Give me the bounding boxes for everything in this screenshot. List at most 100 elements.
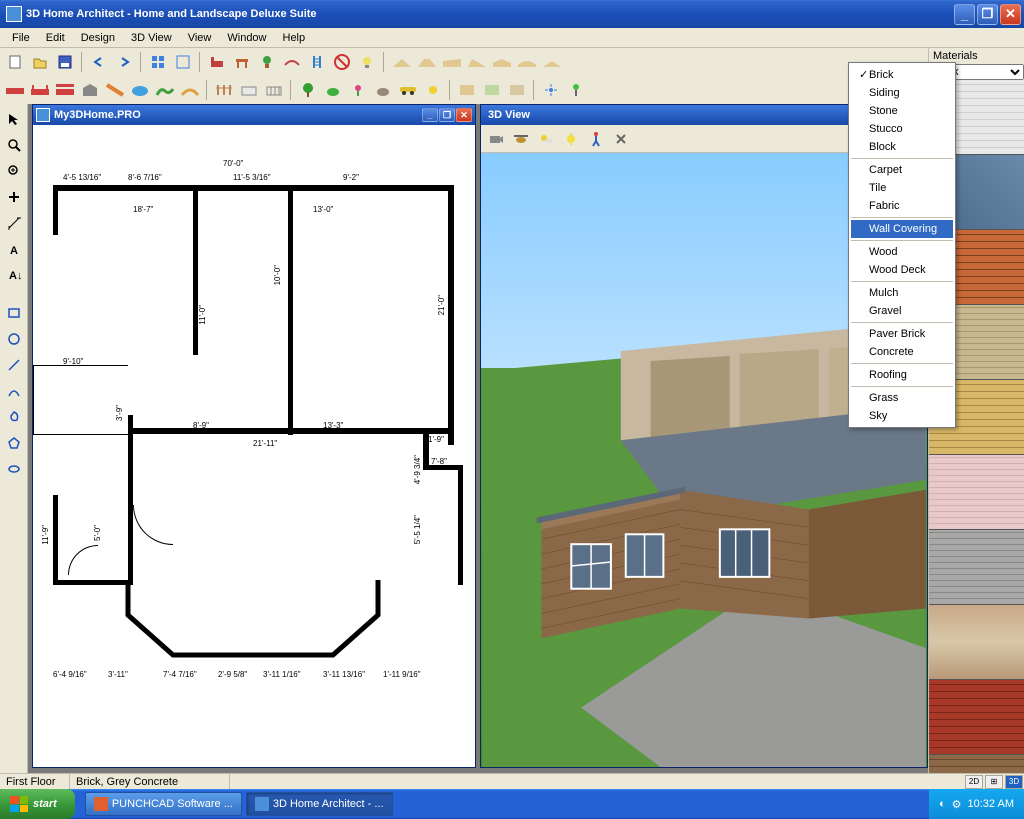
flower-icon[interactable]	[347, 79, 369, 101]
ladder-icon[interactable]	[306, 51, 328, 73]
roof2-icon[interactable]	[415, 51, 437, 73]
menu-item-brick[interactable]: ✓ Brick	[851, 65, 953, 84]
fence3-icon[interactable]	[263, 79, 285, 101]
polygon-icon[interactable]	[3, 432, 25, 454]
land1-icon[interactable]	[456, 79, 478, 101]
gazebo-icon[interactable]	[79, 79, 101, 101]
tray-icon[interactable]: ⚙	[952, 798, 962, 811]
helicopter-icon[interactable]	[510, 128, 532, 150]
menu-item-wall-covering[interactable]: Wall Covering	[851, 220, 953, 238]
menu-item-wood[interactable]: Wood	[851, 243, 953, 261]
furniture-icon[interactable]	[206, 51, 228, 73]
bridge-icon[interactable]	[281, 51, 303, 73]
menu-item-roofing[interactable]: Roofing	[851, 366, 953, 384]
menu-item-sky[interactable]: Sky	[851, 407, 953, 425]
roof1-icon[interactable]	[390, 51, 412, 73]
taskbar-item-punchcad[interactable]: PUNCHCAD Software ...	[85, 792, 242, 816]
swatch-brick-varied[interactable]	[929, 605, 1024, 680]
fence1-icon[interactable]	[213, 79, 235, 101]
shrub-icon[interactable]	[322, 79, 344, 101]
roof4-icon[interactable]	[465, 51, 487, 73]
menu-item-tile[interactable]: Tile	[851, 179, 953, 197]
menu-view[interactable]: View	[180, 30, 220, 46]
sprinkler-icon[interactable]	[540, 79, 562, 101]
start-button[interactable]: start	[0, 789, 75, 819]
plant-icon[interactable]	[256, 51, 278, 73]
menu-item-grass[interactable]: Grass	[851, 389, 953, 407]
roof6-icon[interactable]	[515, 51, 537, 73]
slide-icon[interactable]	[104, 79, 126, 101]
plan-minimize-button[interactable]: _	[422, 108, 438, 122]
menu-item-wood-deck[interactable]: Wood Deck	[851, 261, 953, 279]
mode-elev-button[interactable]: ⊞	[985, 775, 1003, 789]
tools-icon[interactable]	[610, 128, 632, 150]
undo-icon[interactable]	[88, 51, 110, 73]
menu-item-mulch[interactable]: Mulch	[851, 284, 953, 302]
menu-design[interactable]: Design	[73, 30, 123, 46]
menu-file[interactable]: File	[4, 30, 38, 46]
menu-item-fabric[interactable]: Fabric	[851, 197, 953, 215]
menu-item-stucco[interactable]: Stucco	[851, 120, 953, 138]
roof5-icon[interactable]	[490, 51, 512, 73]
system-tray[interactable]: ◐ ⚙ 10:32 AM	[929, 789, 1024, 819]
camera-icon[interactable]	[485, 128, 507, 150]
deck2-icon[interactable]	[29, 79, 51, 101]
roof7-icon[interactable]	[540, 51, 562, 73]
plan-close-button[interactable]: ✕	[456, 108, 472, 122]
menu-item-stone[interactable]: Stone	[851, 102, 953, 120]
sun-icon[interactable]	[422, 79, 444, 101]
tree-icon[interactable]	[297, 79, 319, 101]
swatch-brick-red[interactable]	[929, 680, 1024, 755]
swatch-brick-gray[interactable]	[929, 530, 1024, 605]
light-icon[interactable]	[565, 79, 587, 101]
grid-icon[interactable]	[147, 51, 169, 73]
mode-2d-button[interactable]: 2D	[965, 775, 983, 789]
curve-icon[interactable]	[3, 380, 25, 402]
zoomfit-icon[interactable]	[3, 160, 25, 182]
menu-edit[interactable]: Edit	[38, 30, 73, 46]
menu-item-block[interactable]: Block	[851, 138, 953, 156]
view-icon[interactable]	[172, 51, 194, 73]
plan-maximize-button[interactable]: ❐	[439, 108, 455, 122]
walk-icon[interactable]	[585, 128, 607, 150]
new-icon[interactable]	[4, 51, 26, 73]
roof3-icon[interactable]	[440, 51, 462, 73]
rock-icon[interactable]	[372, 79, 394, 101]
maximize-button[interactable]: ❐	[977, 4, 998, 25]
land2-icon[interactable]	[481, 79, 503, 101]
pool-icon[interactable]	[129, 79, 151, 101]
shape-icon[interactable]	[3, 406, 25, 428]
swatch-brick-brown[interactable]	[929, 755, 1024, 773]
plan-canvas[interactable]: 70'-0" 4'-5 13/16" 8'-6 7/16" 11'-5 3/16…	[33, 125, 475, 767]
weather-icon[interactable]	[535, 128, 557, 150]
terrain-icon[interactable]	[154, 79, 176, 101]
menu-help[interactable]: Help	[275, 30, 314, 46]
land3-icon[interactable]	[506, 79, 528, 101]
menu-item-gravel[interactable]: Gravel	[851, 302, 953, 320]
circle-icon[interactable]	[3, 328, 25, 350]
deck1-icon[interactable]	[4, 79, 26, 101]
zoom-icon[interactable]	[3, 134, 25, 156]
tray-icon[interactable]: ◐	[939, 798, 946, 810]
minimize-button[interactable]: _	[954, 4, 975, 25]
taskbar-item-3dhome[interactable]: 3D Home Architect - ...	[246, 792, 393, 816]
idea-icon[interactable]	[356, 51, 378, 73]
mode-3d-button[interactable]: 3D	[1005, 775, 1023, 789]
lighting-icon[interactable]	[560, 128, 582, 150]
plan-titlebar[interactable]: My3DHome.PRO _ ❐ ✕	[33, 105, 475, 125]
open-icon[interactable]	[29, 51, 51, 73]
ellipse-icon[interactable]	[3, 458, 25, 480]
close-button[interactable]: ✕	[1000, 4, 1021, 25]
text-icon[interactable]: A	[3, 238, 25, 260]
menu-item-carpet[interactable]: Carpet	[851, 161, 953, 179]
table-icon[interactable]	[231, 51, 253, 73]
menu-item-concrete[interactable]: Concrete	[851, 343, 953, 361]
path-icon[interactable]	[179, 79, 201, 101]
measure-icon[interactable]	[3, 212, 25, 234]
menu-item-siding[interactable]: Siding	[851, 84, 953, 102]
menu-3dview[interactable]: 3D View	[123, 30, 180, 46]
menu-window[interactable]: Window	[219, 30, 274, 46]
save-icon[interactable]	[54, 51, 76, 73]
swatch-brick-pink[interactable]	[929, 455, 1024, 530]
callout-icon[interactable]: A↓	[3, 264, 25, 286]
